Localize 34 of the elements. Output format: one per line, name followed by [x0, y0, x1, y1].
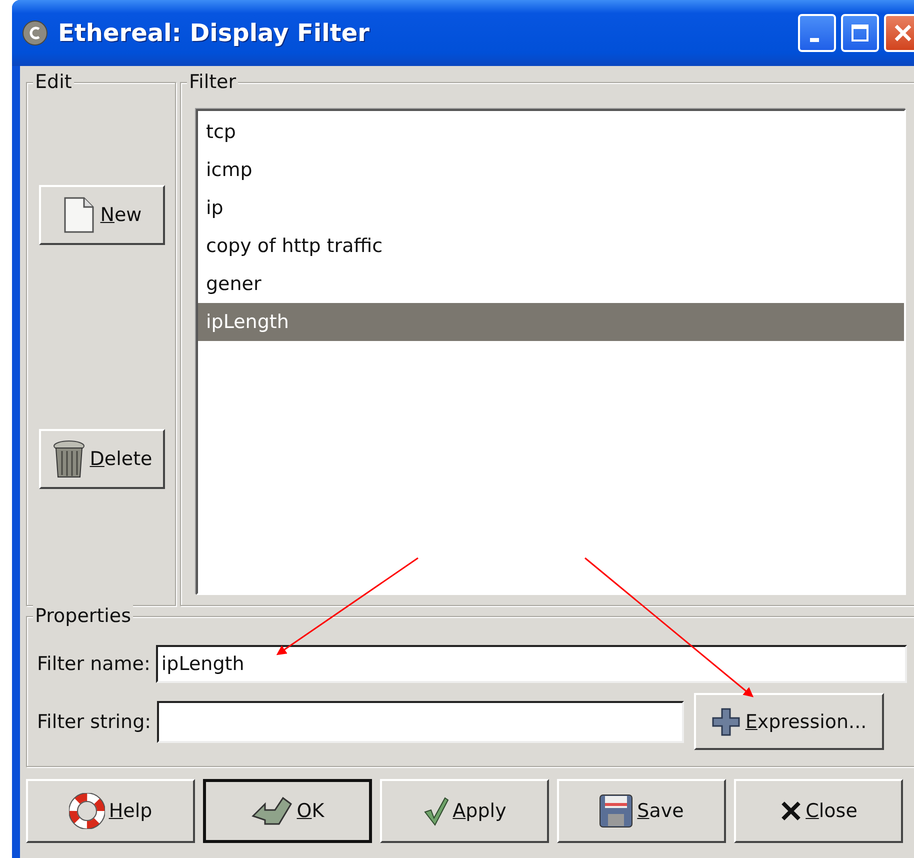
filter-list-item[interactable]: copy of http traffic — [198, 227, 904, 265]
hand-icon — [250, 794, 293, 828]
delete-button[interactable]: Delete — [39, 429, 165, 489]
minimize-icon — [810, 38, 818, 42]
plus-icon — [711, 706, 742, 736]
filter-name-field[interactable]: ipLength — [156, 645, 907, 683]
filter-list-item[interactable]: gener — [198, 265, 904, 303]
filter-string-field[interactable] — [157, 700, 684, 742]
filter-list-item[interactable]: ipLength — [198, 303, 904, 341]
checkmark-icon — [422, 796, 449, 826]
page-icon — [62, 196, 96, 234]
apply-button[interactable]: Apply — [380, 779, 549, 843]
new-button[interactable]: New — [39, 185, 165, 245]
filter-list-item[interactable]: tcp — [198, 113, 904, 151]
minimize-button[interactable] — [798, 14, 836, 52]
field-label: Filter string: — [37, 710, 152, 732]
filter-list-item[interactable]: ip — [198, 189, 904, 227]
maximize-button[interactable] — [841, 14, 879, 52]
filter-list-item[interactable]: icmp — [198, 151, 904, 189]
app-icon — [22, 20, 48, 46]
trash-can-icon — [52, 439, 86, 479]
close-icon — [893, 23, 913, 43]
lifebuoy-icon — [68, 793, 105, 829]
close-icon — [780, 800, 802, 822]
maximize-icon — [851, 24, 869, 42]
field-label: Filter name: — [37, 653, 150, 675]
ok-button[interactable]: OK — [203, 779, 372, 843]
close-button[interactable] — [884, 14, 914, 52]
window-title: Ethereal: Display Filter — [58, 19, 370, 47]
save-button[interactable]: Save — [557, 779, 726, 843]
close-button[interactable]: Close — [734, 779, 903, 843]
help-button[interactable]: Help — [26, 779, 195, 843]
frame-title: Properties — [33, 605, 134, 627]
expression-button[interactable]: Expression... — [694, 693, 884, 750]
